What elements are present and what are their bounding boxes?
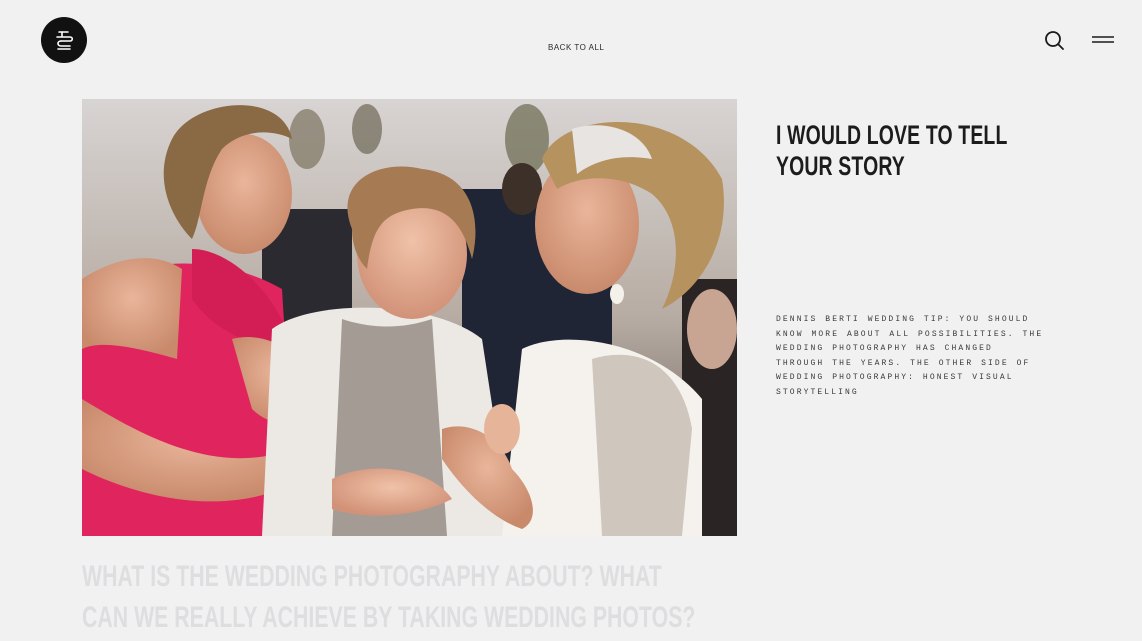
wedding-photo	[82, 99, 737, 536]
wedding-tip-text: DENNIS BERTI WEDDING TIP: YOU SHOULD KNO…	[776, 315, 1044, 397]
menu-button[interactable]	[1091, 31, 1115, 49]
sidebar-headline: I WOULD LOVE TO TELL YOUR STORY	[776, 120, 1008, 181]
monogram-logo-icon	[56, 31, 74, 50]
page: BACK TO ALL I WOULD LOVE TO TELL YOUR ST…	[0, 0, 1142, 641]
back-to-all-link[interactable]: BACK TO ALL	[548, 43, 604, 52]
article-heading: WHAT IS THE WEDDING PHOTOGRAPHY ABOUT? W…	[82, 560, 696, 634]
hero-photo	[82, 99, 737, 536]
hamburger-menu-icon	[1092, 36, 1114, 43]
logo-link[interactable]	[41, 17, 87, 63]
search-button[interactable]	[1043, 29, 1065, 51]
search-icon	[1045, 31, 1064, 50]
